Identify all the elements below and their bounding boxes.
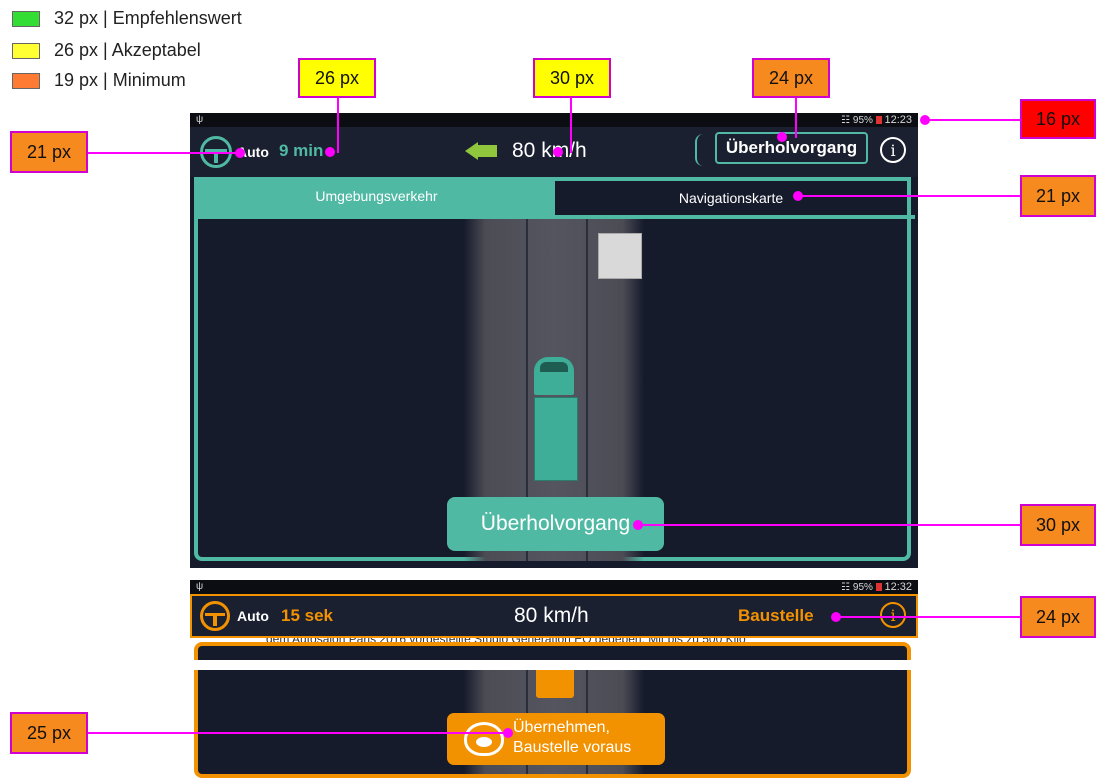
eta-value: 9 min xyxy=(279,141,324,160)
legend-label: 26 px | Akzeptabel xyxy=(54,40,201,60)
panel-top-edge xyxy=(194,642,911,660)
battery-icon xyxy=(875,583,882,591)
status-bar: ψ ☷ 95% 12:32 xyxy=(190,580,918,594)
driving-mode-label: Auto xyxy=(237,608,269,624)
leader-line xyxy=(838,616,1020,618)
maneuver-badge: Überholvorgang xyxy=(715,132,868,164)
clock: 12:23 xyxy=(884,114,912,126)
screen-construction: ψ ☷ 95% 12:32 Auto 15 sek 80 km/h Bauste… xyxy=(190,580,918,780)
steering-takeover-icon xyxy=(464,722,504,756)
clock: 12:32 xyxy=(884,581,912,593)
leader-dot xyxy=(553,147,563,157)
ego-truck-cab xyxy=(534,357,574,395)
battery-icon xyxy=(875,116,882,124)
callout-26px: 26 px xyxy=(298,58,376,98)
usb-icon: ψ xyxy=(196,581,204,592)
leader-dot xyxy=(831,612,841,622)
tab-surrounding-traffic[interactable]: Umgebungsverkehr xyxy=(198,177,555,215)
battery-level: 95% xyxy=(852,115,873,126)
legend-item-minimum: 19 px | Minimum xyxy=(12,70,186,91)
countdown-value: 15 sek xyxy=(281,606,333,625)
leader-dot xyxy=(793,191,803,201)
info-icon[interactable]: i xyxy=(880,602,906,628)
content-panel: Umgebungsverkehr Navigationskarte Überho… xyxy=(194,177,915,561)
vehicle-ahead xyxy=(598,233,642,279)
construction-alert: Baustelle xyxy=(738,606,814,625)
callout-21px-mode: 21 px xyxy=(10,131,88,173)
speed-value: 80 km/h xyxy=(514,604,589,627)
usb-icon: ψ xyxy=(196,114,204,125)
callout-30px-speed: 30 px xyxy=(533,58,611,98)
takeover-label-line1: Übernehmen, xyxy=(513,719,610,736)
overtaking-button[interactable]: Überholvorgang xyxy=(447,497,664,551)
leader-dot xyxy=(777,132,787,142)
leader-line xyxy=(640,524,1020,526)
legend-swatch-orange xyxy=(12,72,40,89)
info-icon[interactable]: i xyxy=(880,137,906,163)
takeover-label-line2: Baustelle voraus xyxy=(513,739,632,756)
leader-dot xyxy=(503,728,513,738)
legend-label: 19 px | Minimum xyxy=(54,70,186,90)
leader-line xyxy=(925,119,1020,121)
leader-dot xyxy=(633,520,643,530)
leader-dot xyxy=(920,115,930,125)
leader-dot xyxy=(325,147,335,157)
speed-value: 80 km/h xyxy=(512,139,587,162)
legend-swatch-yellow xyxy=(12,42,40,59)
top-bar: Auto 15 sek 80 km/h Baustelle i xyxy=(190,594,918,638)
wifi-icon: ☷ xyxy=(841,115,851,126)
leader-dot xyxy=(235,148,245,158)
wifi-icon: ☷ xyxy=(841,582,851,593)
ego-truck-trailer xyxy=(534,397,578,481)
leader-line xyxy=(337,98,339,153)
ego-truck xyxy=(536,670,574,698)
arrow-left-icon xyxy=(465,142,497,160)
callout-25px: 25 px xyxy=(10,712,88,754)
leader-line xyxy=(88,152,238,154)
legend-label: 32 px | Empfehlenswert xyxy=(54,8,242,28)
leader-line xyxy=(570,98,572,153)
lane-change-icon xyxy=(695,134,711,166)
takeover-button[interactable]: Übernehmen, Baustelle voraus xyxy=(447,713,665,765)
callout-24px-maneuver: 24 px xyxy=(752,58,830,98)
status-bar: ψ ☷ 95% 12:23 xyxy=(190,113,918,127)
battery-level: 95% xyxy=(852,582,873,593)
steering-wheel-icon xyxy=(200,601,230,631)
leader-line xyxy=(800,195,1020,197)
legend-item-recommended: 32 px | Empfehlenswert xyxy=(12,8,242,29)
leader-line xyxy=(795,98,797,138)
callout-24px-alert: 24 px xyxy=(1020,596,1096,638)
leader-line xyxy=(88,732,508,734)
callout-30px-button: 30 px xyxy=(1020,504,1096,546)
screen-overtaking: ψ ☷ 95% 12:23 Auto 9 min 80 km/h Überhol… xyxy=(190,113,918,568)
legend-item-acceptable: 26 px | Akzeptabel xyxy=(12,40,201,61)
callout-21px-tab: 21 px xyxy=(1020,175,1096,217)
callout-16px: 16 px xyxy=(1020,99,1096,139)
legend-swatch-green xyxy=(12,10,40,27)
content-panel: Übernehmen, Baustelle voraus xyxy=(194,670,911,778)
